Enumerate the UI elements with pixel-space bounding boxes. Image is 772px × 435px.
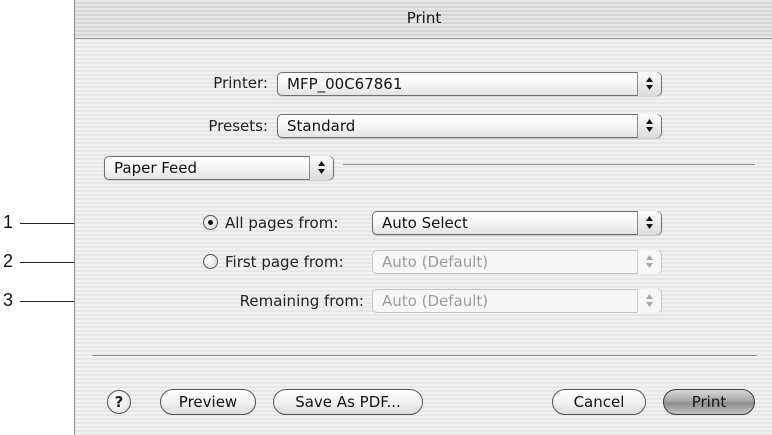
all-pages-popup[interactable]: Auto Select: [372, 211, 662, 235]
callout-1: 1: [3, 212, 14, 232]
first-page-popup[interactable]: Auto (Default): [372, 250, 662, 274]
printer-label: Printer:: [213, 74, 268, 92]
popup-arrows-icon: [637, 114, 661, 138]
print-dialog: Print Printer: MFP_00C67861 Presets: Sta…: [74, 0, 772, 435]
popup-arrows-icon: [637, 250, 661, 274]
remaining-popup[interactable]: Auto (Default): [372, 289, 662, 313]
pane-value: Paper Feed: [114, 159, 198, 177]
help-button[interactable]: ?: [107, 390, 131, 414]
first-page-value: Auto (Default): [382, 253, 489, 271]
first-page-radio[interactable]: [203, 254, 218, 269]
preview-button[interactable]: Preview: [160, 389, 256, 415]
popup-arrows-icon: [637, 289, 661, 313]
printer-value: MFP_00C67861: [287, 75, 403, 93]
pane-divider: [343, 164, 755, 165]
all-pages-label: All pages from:: [225, 214, 339, 232]
all-pages-radio[interactable]: [203, 215, 218, 230]
popup-arrows-icon: [637, 211, 661, 235]
printer-popup[interactable]: MFP_00C67861: [277, 72, 662, 96]
save-as-pdf-button[interactable]: Save As PDF...: [273, 389, 423, 415]
all-pages-value: Auto Select: [382, 214, 468, 232]
remaining-label: Remaining from:: [239, 292, 364, 310]
presets-value: Standard: [287, 117, 356, 135]
popup-arrows-icon: [309, 156, 333, 180]
title-bar[interactable]: Print: [75, 0, 772, 39]
callout-2: 2: [3, 251, 14, 271]
bottom-divider-highlight: [92, 356, 757, 357]
radio-selected-dot: [208, 220, 213, 225]
cancel-button[interactable]: Cancel: [552, 389, 646, 415]
popup-arrows-icon: [637, 72, 661, 96]
presets-popup[interactable]: Standard: [277, 114, 662, 138]
print-button[interactable]: Print: [663, 389, 755, 415]
presets-label: Presets:: [208, 117, 268, 135]
pane-popup[interactable]: Paper Feed: [104, 156, 334, 180]
remaining-value: Auto (Default): [382, 292, 489, 310]
callout-3: 3: [3, 290, 14, 310]
dialog-title: Print: [406, 9, 442, 27]
first-page-label: First page from:: [225, 253, 344, 271]
